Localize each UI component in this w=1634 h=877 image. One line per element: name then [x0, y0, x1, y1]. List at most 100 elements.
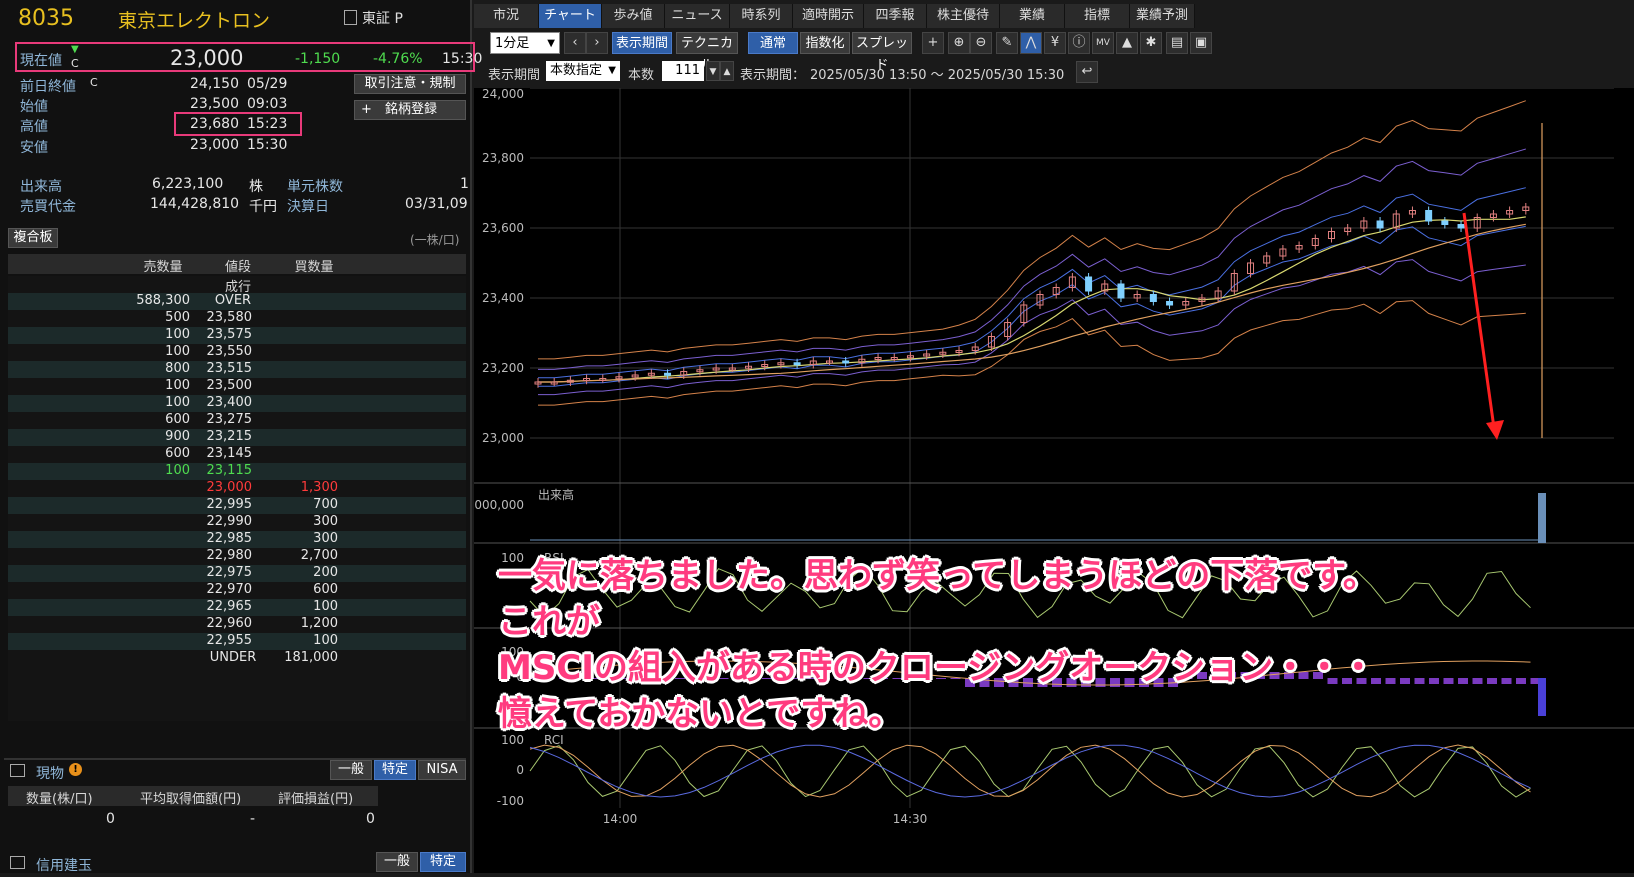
board-row[interactable]: 100 23,115	[8, 463, 466, 480]
period-mode-select[interactable]: 本数指定 ▼	[546, 61, 620, 81]
board-row[interactable]: 23,000 1,300	[8, 480, 466, 497]
board-row[interactable]: 500 23,580	[8, 310, 466, 327]
board-row[interactable]: 22,970 600	[8, 582, 466, 599]
board-row[interactable]: 100 23,400	[8, 395, 466, 412]
chevron-down-icon: ▼	[608, 65, 616, 76]
board-row[interactable]: 22,960 1,200	[8, 616, 466, 633]
board-row[interactable]: 22,995 700	[8, 497, 466, 514]
board-price: 23,515	[206, 361, 253, 376]
chart-area[interactable]: 24,000 23,800 23,600 23,400 23,200 23,000 14:0…	[463, 87, 1634, 873]
price-tick-label: 24,000	[482, 88, 524, 101]
board-sell-qty: 900	[165, 429, 190, 444]
tab-6[interactable]: 四季報	[864, 4, 927, 28]
technical-button[interactable]: テクニカル	[676, 32, 738, 73]
pencil-icon[interactable]: ✎	[996, 32, 1018, 54]
document-icon[interactable]	[344, 10, 357, 25]
board-header-price: 値段	[224, 260, 251, 275]
stepper-down-icon[interactable]: ▼	[706, 61, 720, 81]
tab-0[interactable]: 市況	[474, 4, 539, 28]
open-label: 始値	[20, 99, 48, 115]
down-triangle-icon: ▼	[71, 44, 79, 55]
board-tab[interactable]: 複合板	[8, 228, 58, 248]
board-row[interactable]: 588,300 OVER	[8, 293, 466, 310]
board-row[interactable]: 600 23,275	[8, 412, 466, 429]
board-sell-qty: 600	[165, 446, 190, 461]
holdings-tab-specific[interactable]: 特定	[374, 760, 416, 780]
interval-select[interactable]: 1分足 ▼	[490, 32, 560, 54]
trend-icon[interactable]: ⋀	[1020, 32, 1042, 54]
stock-name: 東京エレクトロン	[118, 10, 271, 32]
margin-tab-general[interactable]: 一般	[376, 852, 418, 872]
normal-button[interactable]: 通常	[748, 32, 798, 54]
time-tick-label: 14:00	[603, 812, 638, 826]
margin-tab-specific[interactable]: 特定	[420, 852, 466, 872]
crosshair-icon[interactable]: +	[922, 32, 944, 54]
undo-icon[interactable]: ↩	[1076, 61, 1098, 83]
index-button[interactable]: 指数化	[800, 32, 850, 54]
bollinger-band-line	[538, 148, 1526, 370]
print-icon[interactable]: ▤	[1166, 32, 1188, 54]
current-price: 23,000	[170, 46, 244, 70]
info-icon[interactable]: ⓘ	[1068, 32, 1090, 54]
area-chart-icon[interactable]: ▲	[1116, 32, 1138, 54]
board-buy-qty: 1,300	[300, 480, 338, 495]
prev-arrow-icon[interactable]: ‹	[564, 32, 586, 54]
candle	[1149, 294, 1157, 302]
board-row[interactable]: 22,965 100	[8, 599, 466, 616]
holdings-tab-nisa[interactable]: NISA	[418, 760, 466, 780]
tab-7[interactable]: 株主優待	[927, 4, 1000, 28]
macd-histogram-bar	[1516, 678, 1526, 684]
zoom-out-icon[interactable]: ⊖	[970, 32, 992, 54]
tab-5[interactable]: 適時開示	[793, 4, 864, 28]
board-price: 23,580	[206, 310, 253, 325]
wrench-icon[interactable]: ✱	[1140, 32, 1162, 54]
tab-10[interactable]: 業績予測	[1130, 4, 1195, 28]
period-label: 表示期間	[488, 68, 541, 83]
spread-button[interactable]: スプレッド	[852, 32, 912, 73]
register-button[interactable]: + 銘柄登録	[354, 100, 466, 120]
holdings-pl: 0	[366, 811, 375, 827]
window-icon[interactable]	[10, 764, 25, 777]
tab-9[interactable]: 指標	[1065, 4, 1130, 28]
annotation-line-2: これが	[498, 602, 600, 642]
board-row[interactable]: 800 23,515	[8, 361, 466, 378]
window-maximize-icon[interactable]: ▣	[1190, 32, 1212, 54]
unit-shares-value: 1	[460, 176, 469, 192]
board-row[interactable]: 22,955 100	[8, 633, 466, 650]
board-buy-qty: 600	[313, 582, 338, 597]
yen-icon[interactable]: ¥	[1044, 32, 1066, 54]
trade-notice-button[interactable]: 取引注意・規制	[354, 74, 466, 94]
window-icon-margin[interactable]	[10, 856, 25, 869]
next-arrow-icon[interactable]: ›	[586, 32, 608, 54]
unit-shares-label: 単元株数	[287, 179, 343, 195]
board-row[interactable]: UNDER 181,000	[8, 650, 466, 667]
count-input[interactable]: 111	[662, 61, 704, 81]
board-row[interactable]: 600 23,145	[8, 446, 466, 463]
range-label: 表示期間：	[740, 68, 806, 83]
board-row[interactable]: 22,980 2,700	[8, 548, 466, 565]
bollinger-band-line	[538, 100, 1526, 360]
zoom-in-icon[interactable]: ⊕	[948, 32, 970, 54]
margin-title: 信用建玉	[36, 858, 92, 874]
board-header-buy: 買数量	[294, 260, 334, 275]
tab-3[interactable]: ニュース	[665, 4, 730, 28]
board-row[interactable]: 900 23,215	[8, 429, 466, 446]
board-row[interactable]: 100 23,500	[8, 378, 466, 395]
board-row[interactable]: 100 23,575	[8, 327, 466, 344]
tab-4[interactable]: 時系列	[730, 4, 793, 28]
display-period-button[interactable]: 表示期間	[612, 32, 672, 54]
tab-2[interactable]: 歩み値	[602, 4, 665, 28]
price-change-pct: -4.76%	[373, 51, 423, 67]
high-label: 高値	[20, 119, 48, 135]
tab-1[interactable]: チャート	[539, 4, 602, 28]
board-row[interactable]: 22,985 300	[8, 531, 466, 548]
board-row[interactable]: 22,975 200	[8, 565, 466, 582]
stepper-up-icon[interactable]: ▲	[720, 61, 734, 81]
turnover-unit: 千円	[249, 199, 277, 215]
board-price: 23,215	[206, 429, 253, 444]
moving-average-icon[interactable]: MV	[1092, 32, 1114, 54]
board-row[interactable]: 100 23,550	[8, 344, 466, 361]
holdings-tab-general[interactable]: 一般	[330, 760, 372, 780]
board-row[interactable]: 22,990 300	[8, 514, 466, 531]
tab-8[interactable]: 業績	[1000, 4, 1065, 28]
